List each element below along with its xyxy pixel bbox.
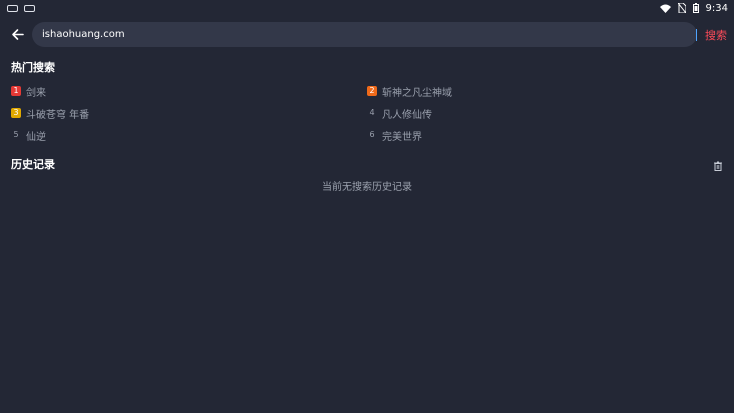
history-empty-message: 当前无搜索历史记录 — [322, 182, 412, 193]
search-input[interactable] — [40, 28, 696, 41]
no-sim-icon — [677, 3, 686, 13]
notification-icon — [7, 4, 18, 12]
hot-item-3[interactable]: 3 斗破苍穹 年番 — [11, 106, 90, 121]
history-title: 历史记录 — [11, 158, 55, 171]
rank-badge: 6 — [369, 130, 375, 139]
hot-item-label: 剑来 — [26, 87, 46, 99]
rank-badge: 3 — [11, 108, 21, 118]
hot-item-label: 斗破苍穹 年番 — [26, 109, 90, 121]
rank-badge: 5 — [13, 130, 19, 139]
hot-item-1[interactable]: 1 剑来 — [11, 84, 46, 99]
hot-item-label: 斩神之凡尘神域 — [382, 87, 452, 99]
wifi-icon — [659, 4, 671, 13]
status-bar: 9:34 — [0, 0, 734, 16]
hot-item-5[interactable]: 5 仙逆 — [11, 128, 46, 143]
trash-icon — [714, 161, 722, 171]
rank-badge: 2 — [367, 86, 377, 96]
search-button[interactable]: 搜索 — [705, 27, 727, 43]
search-row: 搜索 — [0, 22, 734, 47]
text-caret — [696, 28, 697, 41]
hot-search-list: 1 剑来 2 斩神之凡尘神域 3 斗破苍穹 年番 4 凡人修仙传 5 仙逆 6 … — [11, 84, 723, 144]
battery-icon — [692, 3, 699, 13]
clear-history-button[interactable] — [713, 156, 723, 171]
rank-badge: 4 — [369, 108, 375, 117]
hot-item-4[interactable]: 4 凡人修仙传 — [367, 106, 432, 121]
hot-item-6[interactable]: 6 完美世界 — [367, 128, 422, 143]
hot-item-label: 完美世界 — [382, 131, 422, 143]
hot-item-2[interactable]: 2 斩神之凡尘神域 — [367, 84, 452, 99]
arrow-left-icon — [11, 29, 24, 40]
back-button[interactable] — [2, 22, 32, 47]
status-time: 9:34 — [705, 2, 728, 14]
rank-badge: 1 — [11, 86, 21, 96]
search-box[interactable] — [32, 22, 697, 47]
hot-search-title: 热门搜索 — [11, 61, 55, 74]
hot-item-label: 仙逆 — [26, 131, 46, 143]
cast-icon — [24, 4, 35, 12]
hot-item-label: 凡人修仙传 — [382, 109, 432, 121]
